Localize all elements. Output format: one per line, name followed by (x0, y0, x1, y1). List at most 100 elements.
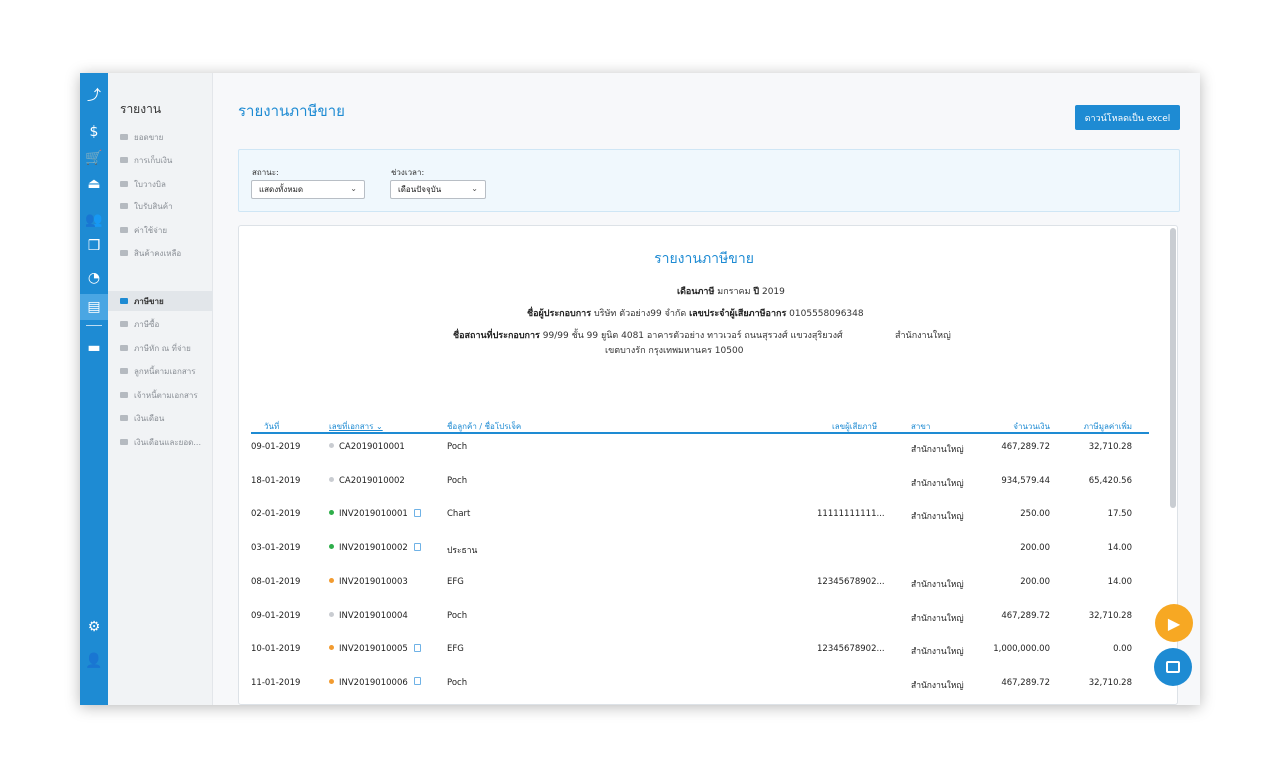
attachment-file-icon[interactable] (413, 677, 421, 686)
box-icon[interactable]: ❒ (80, 233, 108, 259)
inbox-icon[interactable]: ⏏ (80, 171, 108, 197)
sidebar-item-12[interactable]: เงินเดือนและยอด... (108, 432, 213, 452)
sidebar-item-label: ภาษีซื้อ (134, 319, 160, 329)
table-row[interactable]: 10-01-2019 EFG 12345678902... สำนักงานใหญ่ I… (239, 643, 1169, 678)
sidebar-item-4[interactable]: ค่าใช้จ่าย (108, 220, 213, 240)
vat-cell: 32,710.28 (1088, 677, 1132, 688)
document-cell[interactable]: CA2019010002 (329, 476, 405, 486)
chat-support-button[interactable] (1154, 648, 1192, 686)
trend-icon[interactable]: ⤴ (80, 82, 108, 108)
table-row[interactable]: 03-01-2019 ประธาน INV2019010002 200.00 14.00 (239, 542, 1169, 577)
document-cell[interactable]: INV2019010003 (329, 577, 408, 587)
sidebar-item-6[interactable]: ภาษีขาย (108, 291, 213, 311)
sidebar-item-9[interactable]: ลูกหนี้ตามเอกสาร (108, 361, 213, 381)
date-cell: 02-01-2019 (251, 509, 301, 520)
status-dot-icon (329, 476, 334, 482)
document-number[interactable]: CA2019010002 (339, 476, 405, 486)
report-icon[interactable]: ▤ (80, 294, 108, 326)
user-icon[interactable]: 👤 (80, 648, 108, 674)
play-tutorial-button[interactable]: ▶ (1155, 604, 1193, 642)
status-select[interactable]: แสดงทั้งหมด ⌄ (251, 180, 365, 199)
briefcase-icon[interactable]: ▬ (80, 335, 108, 361)
report-item-icon (120, 134, 128, 140)
play-icon: ▶ (1167, 613, 1181, 633)
header-divider (251, 432, 1149, 434)
document-number[interactable]: CA2019010001 (339, 442, 405, 452)
report-item-icon (120, 345, 128, 351)
filter-panel: สถานะ: แสดงทั้งหมด ⌄ ช่วงเวลา: เดือนปัจจ… (238, 149, 1180, 212)
table-row[interactable]: 11-01-2019 Poch สำนักงานใหญ่ INV2019010006 4… (239, 677, 1169, 704)
amount-cell: 934,579.44 (1001, 475, 1050, 486)
sidebar-item-1[interactable]: การเก็บเงิน (108, 150, 213, 170)
sidebar-item-label: เจ้าหนี้ตามเอกสาร (134, 390, 198, 400)
document-cell[interactable]: CA2019010001 (329, 442, 405, 452)
report-scrollbar[interactable] (1170, 228, 1176, 508)
document-number[interactable]: INV2019010006 (339, 678, 408, 688)
report-item-icon (120, 250, 128, 256)
report-item-icon (120, 298, 128, 304)
date-cell: 11-01-2019 (251, 677, 301, 688)
chevron-down-icon: ⌄ (471, 184, 478, 193)
gauge-icon[interactable]: ◔ (80, 265, 108, 291)
document-number[interactable]: INV2019010001 (339, 509, 408, 519)
gear-icon[interactable]: ⚙ (80, 614, 108, 640)
vat-cell: 0.00 (1113, 644, 1132, 655)
sidebar-item-10[interactable]: เจ้าหนี้ตามเอกสาร (108, 385, 213, 405)
document-number[interactable]: INV2019010003 (339, 577, 408, 587)
attachment-file-icon[interactable] (413, 643, 421, 652)
taxid-cell: 11111111111... (817, 509, 885, 520)
report-operator-line: ชื่อผู้ประกอบการ บริษัท ตัวอย่าง99 จำกัด… (527, 309, 864, 319)
sidebar-item-3[interactable]: ใบรับสินค้า (108, 196, 213, 216)
document-number[interactable]: INV2019010002 (339, 543, 408, 553)
date-cell: 10-01-2019 (251, 644, 301, 655)
table-row[interactable]: 18-01-2019 Poch สำนักงานใหญ่ CA2019010002 93… (239, 476, 1169, 510)
table-row[interactable]: 09-01-2019 Poch สำนักงานใหญ่ CA2019010001 46… (239, 442, 1169, 476)
attachment-file-icon[interactable] (413, 508, 421, 517)
customer-cell: Chart (447, 509, 471, 520)
document-cell[interactable]: INV2019010005 (329, 643, 421, 654)
sidebar-item-5[interactable]: สินค้าคงเหลือ (108, 243, 213, 263)
report-address-line: ชื่อสถานที่ประกอบการ 99/99 ชั้น 99 ยูนิต… (453, 331, 843, 341)
amount-cell: 200.00 (1020, 576, 1050, 587)
document-cell[interactable]: INV2019010002 (329, 542, 421, 553)
sidebar-item-label: เงินเดือน (134, 413, 165, 423)
attachment-file-icon[interactable] (413, 542, 421, 551)
branch-cell: สำนักงานใหญ่ (911, 680, 964, 691)
report-item-icon (120, 181, 128, 187)
report-panel: รายงานภาษีขาย เดือนภาษี มกราคม ปี 2019 ช… (238, 225, 1178, 705)
amount-cell: 467,289.72 (1001, 677, 1050, 688)
sidebar-item-2[interactable]: ใบวางบิล (108, 174, 213, 194)
sidebar-item-label: ภาษีหัก ณ ที่จ่าย (134, 343, 191, 353)
sidebar-item-label: ภาษีขาย (134, 296, 164, 306)
period-select[interactable]: เดือนปัจจุบัน ⌄ (390, 180, 486, 199)
sidebar-item-11[interactable]: เงินเดือน (108, 408, 213, 428)
report-item-icon (120, 157, 128, 163)
sidebar-item-label: ใบรับสินค้า (134, 201, 173, 211)
table-row[interactable]: 08-01-2019 EFG 12345678902... สำนักงานใหญ่ I… (239, 577, 1169, 611)
document-number[interactable]: INV2019010004 (339, 611, 408, 621)
cart-icon[interactable]: 🛒 (80, 145, 108, 171)
vat-cell: 14.00 (1107, 576, 1132, 587)
document-cell[interactable]: INV2019010001 (329, 508, 421, 519)
date-cell: 08-01-2019 (251, 576, 301, 587)
taxid-cell: 12345678902... (817, 644, 885, 655)
document-cell[interactable]: INV2019010004 (329, 611, 408, 621)
branch-cell: สำนักงานใหญ่ (911, 512, 964, 523)
download-excel-button[interactable]: ดาวน์โหลดเป็น excel (1075, 105, 1180, 130)
table-row[interactable]: 02-01-2019 Chart 11111111111... สำนักงานใหญ… (239, 508, 1169, 543)
table-row[interactable]: 09-01-2019 Poch สำนักงานใหญ่ INV2019010004 4… (239, 611, 1169, 645)
document-number[interactable]: INV2019010005 (339, 644, 408, 654)
status-dot-icon (329, 544, 334, 550)
sidebar-item-8[interactable]: ภาษีหัก ณ ที่จ่าย (108, 338, 213, 358)
people-icon[interactable]: 👥 (80, 207, 108, 233)
amount-cell: 200.00 (1020, 543, 1050, 554)
sidebar-item-label: ค่าใช้จ่าย (134, 225, 168, 235)
document-cell[interactable]: INV2019010006 (329, 677, 421, 688)
report-address-line-2: เขตบางรัก กรุงเทพมหานคร 10500 (605, 346, 744, 356)
dollar-icon[interactable]: $ (80, 119, 108, 145)
status-dot-icon (329, 611, 334, 617)
branch-cell: สำนักงานใหญ่ (911, 579, 964, 590)
sidebar-item-7[interactable]: ภาษีซื้อ (108, 314, 213, 334)
branch-cell: สำนักงานใหญ่ (911, 613, 964, 624)
sidebar-item-0[interactable]: ยอดขาย (108, 127, 213, 147)
